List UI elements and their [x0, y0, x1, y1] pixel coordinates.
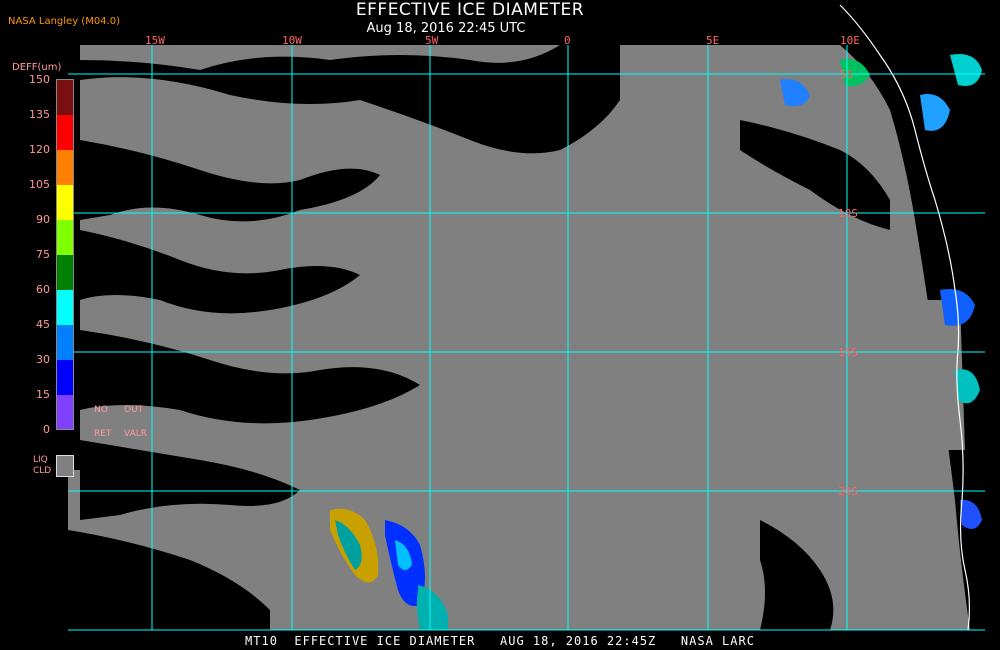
tick-150: 150	[29, 73, 50, 86]
code-out: OUT	[124, 405, 144, 415]
lat-label-15s: 15S	[838, 346, 858, 359]
code-valr: VALR	[124, 429, 148, 439]
swatch-15-30	[57, 360, 73, 395]
liq-label-line1: LIQ	[33, 455, 48, 465]
code-no: NO	[94, 405, 108, 415]
color-scale-bar	[56, 79, 74, 430]
timestamp: Aug 18, 2016 22:45 UTC	[366, 21, 526, 36]
swatch-90-105	[57, 185, 73, 220]
code-ret: RET	[94, 429, 112, 439]
swatch-105-120	[57, 150, 73, 185]
swatch-30-45	[57, 325, 73, 360]
tick-90: 90	[36, 213, 50, 226]
swatch-60-75	[57, 255, 73, 290]
lat-label-5s: 5S	[840, 68, 853, 81]
tick-0: 0	[43, 423, 50, 436]
liquid-cloud-swatch	[56, 455, 74, 477]
swatch-120-135	[57, 115, 73, 150]
lat-label-20s: 20S	[838, 485, 858, 498]
tick-15: 15	[36, 388, 50, 401]
swatch-0-15	[57, 395, 73, 429]
swatch-75-90	[57, 220, 73, 255]
legend-title: DEFF(um)	[12, 62, 62, 73]
footer-caption: MT10 EFFECTIVE ICE DIAMETER AUG 18, 2016…	[245, 634, 755, 648]
tick-120: 120	[29, 143, 50, 156]
tick-45: 45	[36, 318, 50, 331]
product-title: EFFECTIVE ICE DIAMETER	[355, 0, 585, 20]
tick-60: 60	[36, 283, 50, 296]
swatch-135-150	[57, 80, 73, 115]
liq-label-line2: CLD	[33, 466, 52, 476]
tick-135: 135	[29, 108, 50, 121]
swatch-45-60	[57, 290, 73, 325]
lat-label-10s: 10S	[838, 207, 858, 220]
satellite-map: 15W 10W 5W 0 5E 10E 5S 10S 15S 20S	[68, 4, 985, 631]
tick-75: 75	[36, 248, 50, 261]
tick-30: 30	[36, 353, 50, 366]
tick-105: 105	[29, 178, 50, 191]
